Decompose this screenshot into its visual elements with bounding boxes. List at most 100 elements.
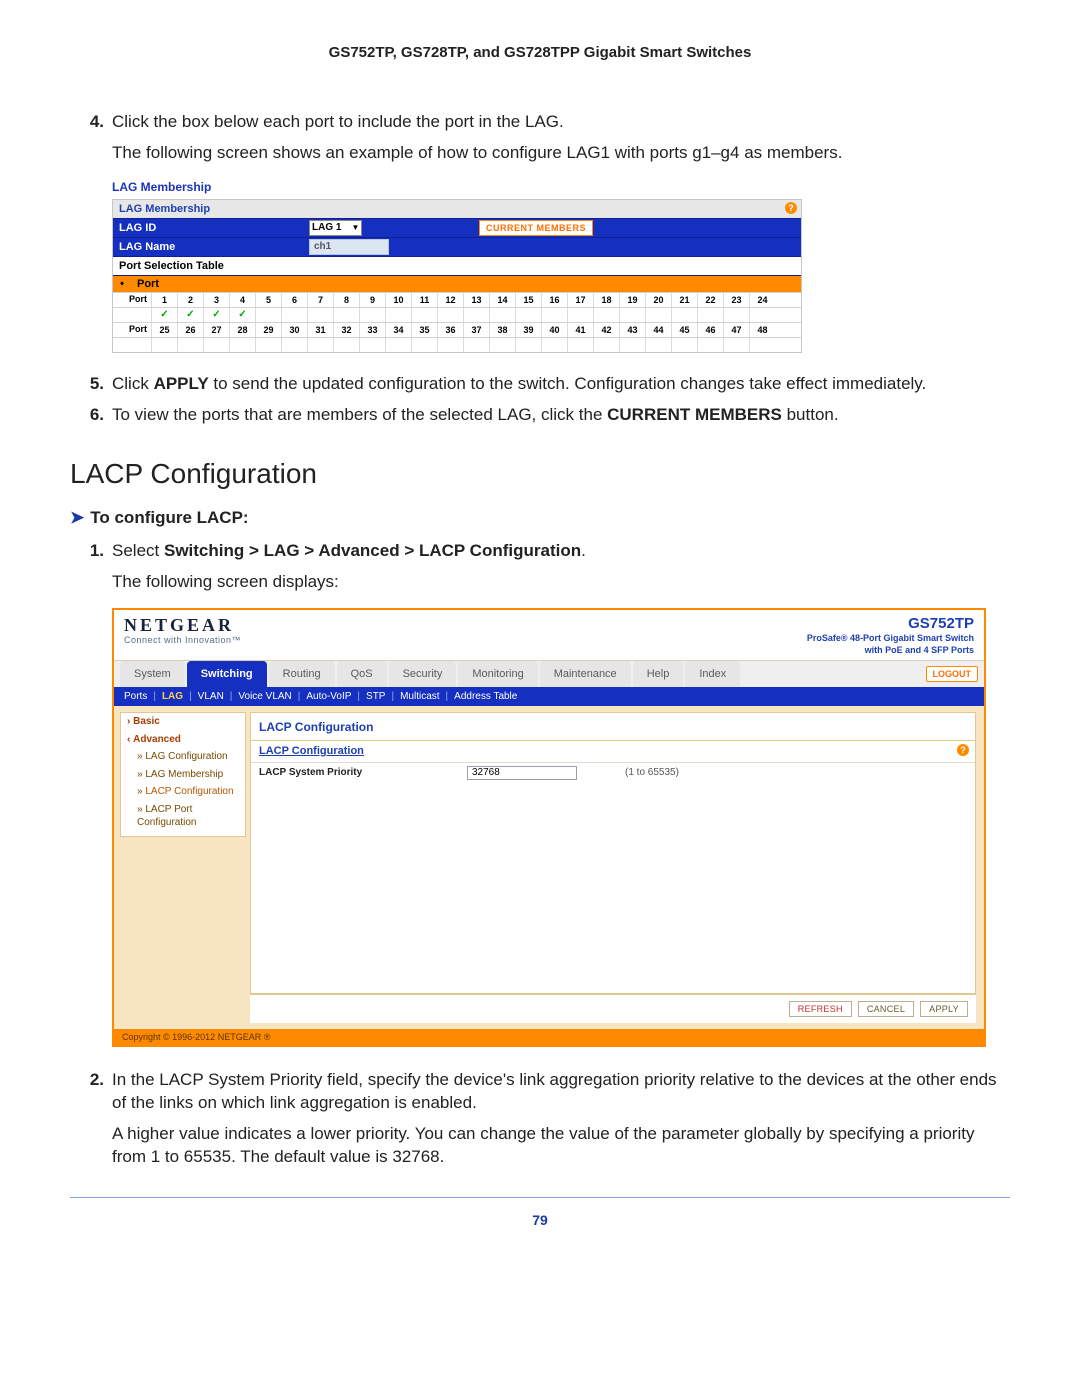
port-checkbox[interactable] — [593, 308, 619, 322]
port-checkbox[interactable] — [385, 338, 411, 352]
port-header: Port — [131, 277, 159, 292]
sidenav-advanced[interactable]: Advanced — [121, 731, 245, 749]
port-number: 15 — [515, 293, 541, 307]
port-checkbox[interactable] — [645, 338, 671, 352]
expand-icon[interactable]: • — [113, 277, 131, 292]
logout-button[interactable]: LOGOUT — [926, 666, 979, 682]
port-checkbox[interactable] — [151, 338, 177, 352]
port-number: 34 — [385, 323, 411, 337]
port-checkbox[interactable] — [541, 338, 567, 352]
port-checkbox[interactable] — [515, 338, 541, 352]
port-checkbox[interactable] — [671, 308, 697, 322]
port-checkbox[interactable] — [619, 308, 645, 322]
sidenav-item-lag-membership[interactable]: » LAG Membership — [121, 766, 245, 784]
port-checkbox[interactable] — [749, 308, 775, 322]
apply-button[interactable]: APPLY — [920, 1001, 968, 1017]
port-checkbox[interactable] — [697, 338, 723, 352]
tab-help[interactable]: Help — [633, 661, 684, 687]
port-checkbox[interactable] — [307, 338, 333, 352]
sidenav-item-lag-configuration[interactable]: » LAG Configuration — [121, 748, 245, 766]
cancel-button[interactable]: CANCEL — [858, 1001, 914, 1017]
port-number: 25 — [151, 323, 177, 337]
sidenav-item-lacp-configuration[interactable]: » LACP Configuration — [121, 783, 245, 801]
port-checkbox[interactable] — [359, 308, 385, 322]
port-checkbox[interactable]: ✓ — [203, 308, 229, 322]
port-checkbox[interactable] — [411, 308, 437, 322]
refresh-button[interactable]: REFRESH — [789, 1001, 852, 1017]
port-checkbox[interactable] — [437, 338, 463, 352]
port-checkbox[interactable] — [749, 338, 775, 352]
port-checkbox[interactable] — [619, 338, 645, 352]
port-checkbox[interactable] — [515, 308, 541, 322]
step-4-number: 4. — [70, 111, 112, 134]
port-number: 47 — [723, 323, 749, 337]
port-checkbox[interactable] — [307, 308, 333, 322]
port-checkbox[interactable] — [489, 308, 515, 322]
port-number: 28 — [229, 323, 255, 337]
port-checkbox[interactable] — [333, 338, 359, 352]
footer-rule — [70, 1197, 1010, 1198]
port-checkbox[interactable] — [645, 308, 671, 322]
document-header: GS752TP, GS728TP, and GS728TPP Gigabit S… — [70, 44, 1010, 61]
port-checkbox[interactable] — [567, 338, 593, 352]
lag-name-input[interactable]: ch1 — [309, 239, 389, 255]
port-checkbox[interactable] — [463, 308, 489, 322]
tab-monitoring[interactable]: Monitoring — [458, 661, 537, 687]
lag-membership-title: LAG Membership — [112, 179, 802, 195]
port-checkbox[interactable] — [385, 308, 411, 322]
tab-switching[interactable]: Switching — [187, 661, 267, 687]
port-checkbox[interactable] — [359, 338, 385, 352]
sub-nav: Ports|LAG|VLAN|Voice VLAN|Auto-VoIP|STP|… — [114, 687, 984, 707]
help-icon[interactable]: ? — [957, 744, 969, 756]
subnav-lag[interactable]: LAG — [162, 690, 183, 704]
port-checkbox[interactable] — [671, 338, 697, 352]
panel-title: LACP Configuration — [251, 713, 975, 739]
subnav-address-table[interactable]: Address Table — [454, 690, 517, 704]
port-checkbox[interactable] — [203, 338, 229, 352]
port-checkbox[interactable] — [567, 308, 593, 322]
tab-security[interactable]: Security — [389, 661, 457, 687]
lag-id-select[interactable]: LAG 1▼ — [309, 220, 362, 236]
step-5-text: Click APPLY to send the updated configur… — [112, 373, 1010, 396]
port-checkbox[interactable] — [593, 338, 619, 352]
port-checkbox[interactable]: ✓ — [151, 308, 177, 322]
port-checkbox[interactable] — [177, 338, 203, 352]
tab-maintenance[interactable]: Maintenance — [540, 661, 631, 687]
port-checkbox[interactable] — [229, 338, 255, 352]
port-checkbox[interactable] — [281, 338, 307, 352]
current-members-button[interactable]: CURRENT MEMBERS — [479, 220, 593, 236]
port-checkbox[interactable] — [489, 338, 515, 352]
port-checkbox[interactable] — [437, 308, 463, 322]
port-checkbox[interactable] — [255, 338, 281, 352]
lacp-priority-input[interactable] — [467, 766, 577, 780]
port-number: 18 — [593, 293, 619, 307]
subnav-stp[interactable]: STP — [366, 690, 385, 704]
task-line: ➤To configure LACP: — [70, 507, 1010, 530]
subnav-ports[interactable]: Ports — [124, 690, 147, 704]
port-checkbox[interactable] — [541, 308, 567, 322]
port-checkbox[interactable]: ✓ — [177, 308, 203, 322]
main-tabs: SystemSwitchingRoutingQoSSecurityMonitor… — [114, 661, 984, 687]
port-checkbox[interactable] — [723, 338, 749, 352]
netgear-logo: NETGEAR — [124, 616, 241, 634]
port-checkbox[interactable] — [281, 308, 307, 322]
sidenav-item-lacp-port-configuration[interactable]: » LACP Port Configuration — [121, 801, 245, 832]
port-checkbox[interactable] — [333, 308, 359, 322]
tab-qos[interactable]: QoS — [337, 661, 387, 687]
tab-system[interactable]: System — [120, 661, 185, 687]
port-checkbox[interactable] — [411, 338, 437, 352]
port-number: 37 — [463, 323, 489, 337]
port-checkbox[interactable] — [463, 338, 489, 352]
subnav-multicast[interactable]: Multicast — [400, 690, 439, 704]
port-checkbox[interactable]: ✓ — [229, 308, 255, 322]
subnav-vlan[interactable]: VLAN — [198, 690, 224, 704]
port-checkbox[interactable] — [723, 308, 749, 322]
port-checkbox[interactable] — [697, 308, 723, 322]
tab-routing[interactable]: Routing — [269, 661, 335, 687]
subnav-auto-voip[interactable]: Auto-VoIP — [306, 690, 351, 704]
port-checkbox[interactable] — [255, 308, 281, 322]
help-icon[interactable]: ? — [785, 202, 797, 214]
sidenav-basic[interactable]: Basic — [121, 713, 245, 731]
subnav-voice-vlan[interactable]: Voice VLAN — [238, 690, 291, 704]
tab-index[interactable]: Index — [685, 661, 740, 687]
